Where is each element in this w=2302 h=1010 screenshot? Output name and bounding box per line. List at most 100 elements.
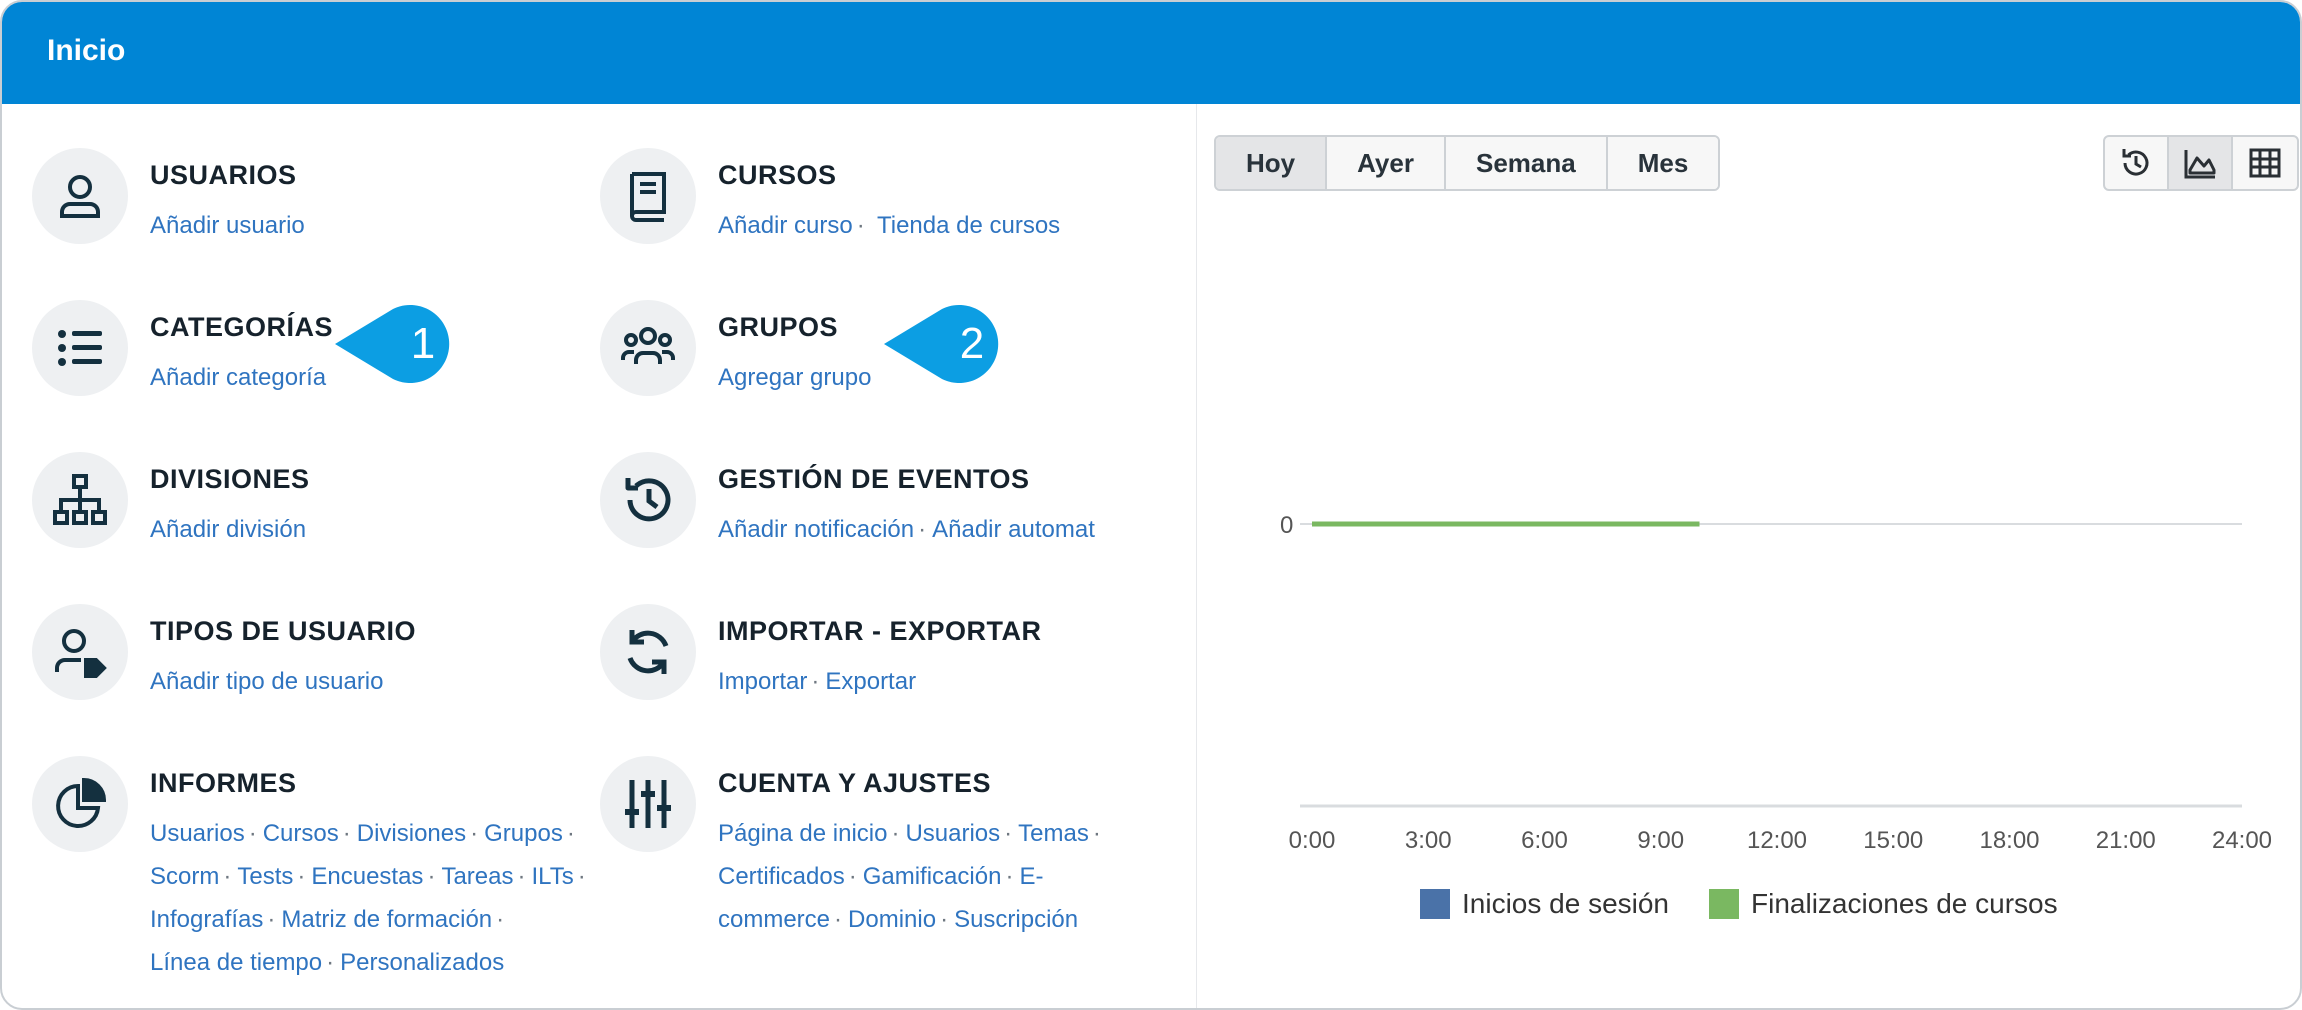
legend-label-logins: Inicios de sesión xyxy=(1462,888,1670,919)
link-informes-cursos[interactable]: Cursos xyxy=(263,820,339,847)
x-tick-label: 12:00 xyxy=(1747,827,1807,854)
tile-grupos: GRUPOS Agregar grupo xyxy=(600,300,1160,420)
link-anadir-division[interactable]: Añadir división xyxy=(150,516,306,543)
tab-semana[interactable]: Semana xyxy=(1445,137,1608,189)
list-icon[interactable] xyxy=(32,300,128,396)
tab-mes[interactable]: Mes xyxy=(1607,137,1719,189)
link-anadir-categoria[interactable]: Añadir categoría xyxy=(150,364,326,391)
legend-swatch-logins xyxy=(1420,889,1450,919)
legend-label-completions: Finalizaciones de cursos xyxy=(1751,888,2058,919)
legend-item-logins[interactable]: Inicios de sesión xyxy=(1420,888,1669,920)
link-dominio[interactable]: Dominio xyxy=(848,906,936,933)
tile-links: Importar · Exportar xyxy=(718,668,917,695)
tile-informes: INFORMES Usuarios · Cursos · Divisiones · Grup… xyxy=(32,756,592,976)
link-cuenta-usuarios[interactable]: Usuarios xyxy=(905,820,1000,847)
link-informes-grupos[interactable]: Grupos xyxy=(484,820,563,847)
book-icon[interactable] xyxy=(600,148,696,244)
x-tick-label: 21:00 xyxy=(2096,827,2156,854)
legend-item-completions[interactable]: Finalizaciones de cursos xyxy=(1709,888,2058,920)
link-anadir-notificacion[interactable]: Añadir notificación xyxy=(718,516,914,543)
tile-gestion-eventos: GESTIÓN DE EVENTOS Añadir notificación · A… xyxy=(600,452,1160,572)
link-informes-ilts[interactable]: ILTs xyxy=(531,863,573,890)
users-group-icon[interactable] xyxy=(600,300,696,396)
tile-title: CUENTA Y AJUSTES xyxy=(718,768,992,798)
link-anadir-tipo-usuario[interactable]: Añadir tipo de usuario xyxy=(150,668,383,695)
tab-hoy[interactable]: Hoy xyxy=(1216,137,1328,189)
period-tabs: Hoy Ayer Semana Mes xyxy=(1214,135,1721,191)
x-tick-label: 24:00 xyxy=(2212,827,2272,854)
callout-number: 1 xyxy=(410,319,436,368)
tile-tipos-usuario: TIPOS DE USUARIO Añadir tipo de usuario xyxy=(32,604,592,724)
pie-chart-icon[interactable] xyxy=(32,756,128,852)
link-exportar[interactable]: Exportar xyxy=(825,668,916,695)
tile-title: GESTIÓN DE EVENTOS xyxy=(718,464,1030,494)
link-informes-matriz[interactable]: Matriz de formación xyxy=(281,906,492,933)
x-tick-label: 3:00 xyxy=(1405,827,1452,854)
link-suscripcion[interactable]: Suscripción xyxy=(954,906,1078,933)
user-tag-icon[interactable] xyxy=(32,604,128,700)
link-anadir-usuario[interactable]: Añadir usuario xyxy=(150,212,305,239)
link-informes-usuarios[interactable]: Usuarios xyxy=(150,820,245,847)
link-temas[interactable]: Temas xyxy=(1018,820,1089,847)
link-pagina-inicio[interactable]: Página de inicio xyxy=(718,820,887,847)
callout-number: 2 xyxy=(959,319,985,368)
tile-cuenta-ajustes: CUENTA Y AJUSTES Página de inicio · Usuari… xyxy=(600,756,1160,936)
x-tick-label: 0:00 xyxy=(1289,827,1336,854)
table-view-button[interactable] xyxy=(2233,137,2297,189)
callout-2: 2 xyxy=(884,305,1002,383)
dashboard-panel: Inicio USUARIOS Añadir usuario CATEGORÍA… xyxy=(0,0,2302,1010)
area-chart-view-button[interactable] xyxy=(2169,137,2233,189)
link-informes-divisiones[interactable]: Divisiones xyxy=(357,820,466,847)
tile-title: INFORMES xyxy=(150,768,297,798)
link-informes-tareas[interactable]: Tareas xyxy=(441,863,513,890)
tile-cursos: CURSOS Añadir curso · Tienda de cursos xyxy=(600,148,1160,268)
link-informes-linea-tiempo[interactable]: Línea de tiempo xyxy=(150,949,322,976)
table-grid-icon xyxy=(2249,148,2281,178)
tile-links: Usuarios · Cursos · Divisiones · Grupos · Scorm… xyxy=(150,820,586,976)
tile-title: CURSOS xyxy=(718,160,837,190)
tile-links: Página de inicio · Usuarios · Temas · Certifi… xyxy=(718,820,1101,933)
link-anadir-curso[interactable]: Añadir curso xyxy=(718,212,853,239)
y-tick-label: 0 xyxy=(1280,512,1293,539)
link-importar[interactable]: Importar xyxy=(718,668,807,695)
sync-icon[interactable] xyxy=(600,604,696,700)
link-certificados[interactable]: Certificados xyxy=(718,863,845,890)
page-title: Inicio xyxy=(47,34,126,67)
link-informes-scorm[interactable]: Scorm xyxy=(150,863,219,890)
org-chart-icon[interactable] xyxy=(32,452,128,548)
link-tienda-cursos[interactable]: Tienda de cursos xyxy=(877,212,1060,239)
x-tick-label: 15:00 xyxy=(1863,827,1923,854)
tile-importar-exportar: IMPORTAR - EXPORTAR Importar · Exportar xyxy=(600,604,1160,724)
history-icon xyxy=(2122,149,2149,176)
sliders-icon[interactable] xyxy=(600,756,696,852)
tile-title: USUARIOS xyxy=(150,160,297,190)
view-toggles xyxy=(2103,135,2299,191)
tab-ayer[interactable]: Ayer xyxy=(1327,137,1446,189)
tile-categorias: CATEGORÍAS Añadir categoría xyxy=(32,300,592,420)
link-gamificacion[interactable]: Gamificación xyxy=(863,863,1002,890)
link-agregar-grupo[interactable]: Agregar grupo xyxy=(718,364,871,391)
area-chart-icon xyxy=(2184,150,2216,179)
link-informes-infografias[interactable]: Infografías xyxy=(150,906,263,933)
tile-title: CATEGORÍAS xyxy=(150,312,334,342)
link-informes-tests[interactable]: Tests xyxy=(237,863,293,890)
chart-legend: Inicios de sesión Finalizaciones de curs… xyxy=(1420,888,2098,920)
tile-links: Añadir tipo de usuario xyxy=(150,660,600,703)
x-tick-label: 6:00 xyxy=(1521,827,1568,854)
link-informes-encuestas[interactable]: Encuestas xyxy=(311,863,423,890)
link-anadir-automat[interactable]: Añadir automat xyxy=(932,516,1095,543)
header-bar: Inicio xyxy=(2,2,2300,104)
panel-divider xyxy=(1196,104,1197,1008)
user-icon[interactable] xyxy=(32,148,128,244)
x-tick-label: 18:00 xyxy=(1979,827,2039,854)
tile-title: TIPOS DE USUARIO xyxy=(150,616,417,646)
history-icon[interactable] xyxy=(600,452,696,548)
tile-links: Añadir curso · Tienda de cursos xyxy=(718,212,1061,239)
link-informes-personalizados[interactable]: Personalizados xyxy=(340,949,504,976)
tile-title: DIVISIONES xyxy=(150,464,310,494)
tile-links: Añadir notificación · Añadir automat xyxy=(718,516,1095,543)
history-view-button[interactable] xyxy=(2105,137,2169,189)
tile-title: IMPORTAR - EXPORTAR xyxy=(718,616,1042,646)
tile-title: GRUPOS xyxy=(718,312,839,342)
tile-usuarios: USUARIOS Añadir usuario xyxy=(32,148,592,268)
